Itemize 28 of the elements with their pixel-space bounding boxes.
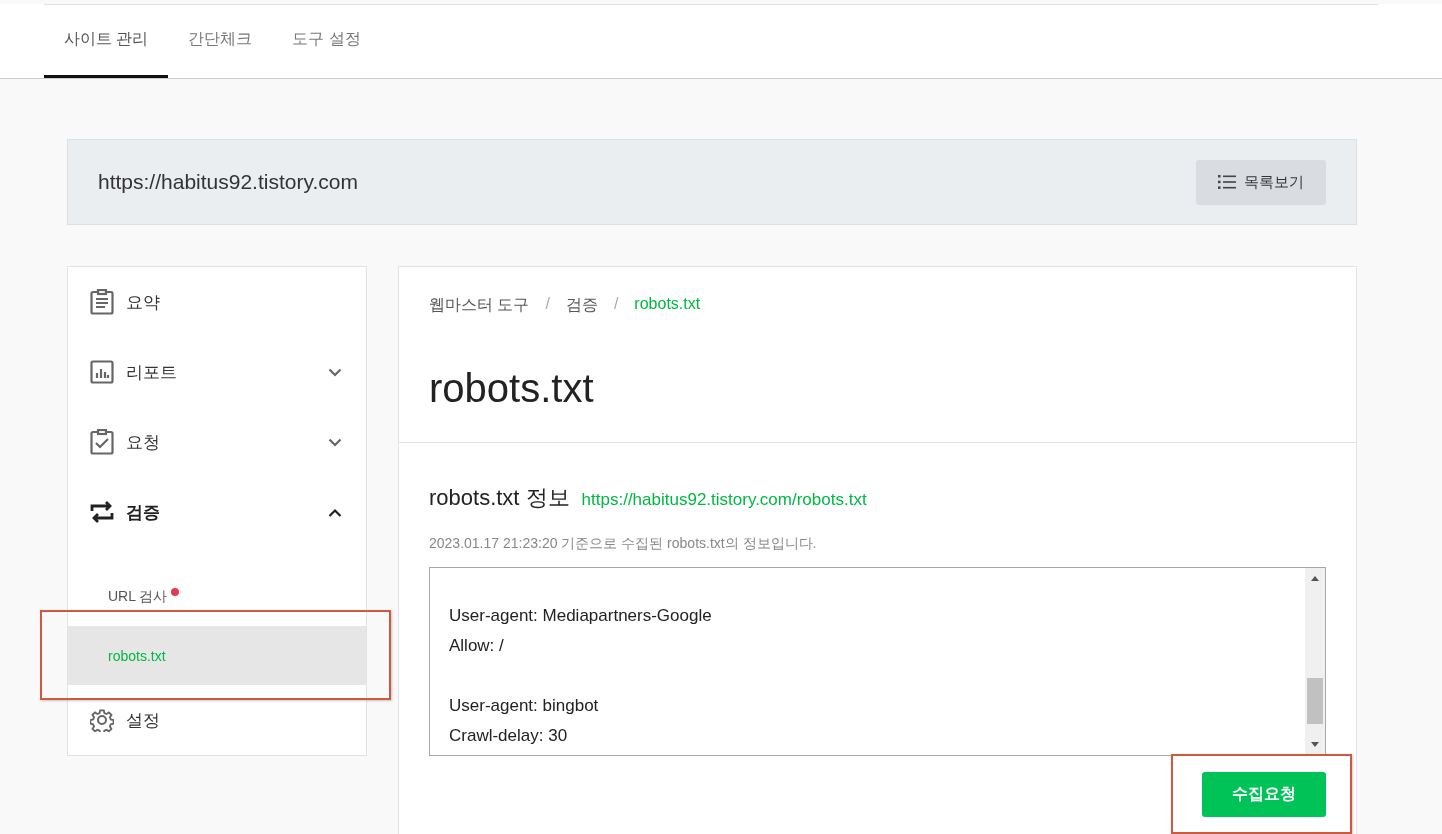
chevron-icon: [328, 367, 342, 377]
collected-note: 2023.01.17 21:23:20 기준으로 수집된 robots.txt의 정보입니다.: [429, 535, 818, 553]
robots-text-area[interactable]: User-agent: Mediapartners-Google Allow: / User-agent: bingbot Crawl-delay: 30: [429, 567, 1326, 756]
breadcrumb-item[interactable]: 웹마스터 도구: [429, 295, 530, 316]
sidebar-item[interactable]: 설정: [68, 685, 366, 755]
chevron-icon: [328, 507, 342, 517]
clipboard-check-icon: [90, 429, 114, 455]
breadcrumb-separator: /: [613, 295, 619, 314]
clipboard-icon: [90, 289, 114, 315]
sidebar-item[interactable]: 요청: [68, 407, 366, 477]
bar-chart-icon: [90, 360, 114, 384]
nav-tab[interactable]: 도구 설정: [272, 5, 381, 78]
sidebar-subitem[interactable]: URL 검사: [68, 567, 366, 626]
breadcrumb-item[interactable]: 검증: [565, 295, 598, 316]
section-title: robots.txt 정보: [429, 484, 570, 512]
nav-tab[interactable]: 사이트 관리: [44, 5, 169, 78]
list-view-button[interactable]: 목록보기: [1196, 159, 1326, 205]
swap-arrows-icon: [90, 500, 114, 524]
sidebar-item[interactable]: 검증: [68, 477, 366, 547]
breadcrumb-separator: /: [545, 295, 550, 314]
sidebar-item[interactable]: 요약: [68, 267, 366, 337]
sidebar-item[interactable]: 리포트: [68, 337, 366, 407]
settings-icon: [90, 708, 114, 732]
nav-tab[interactable]: 간단체크: [168, 5, 273, 78]
page-title: robots.txt: [429, 366, 595, 411]
list-icon: [1218, 175, 1236, 189]
site-url: https://habitus92.tistory.com: [98, 170, 358, 194]
chevron-icon: [328, 437, 342, 447]
